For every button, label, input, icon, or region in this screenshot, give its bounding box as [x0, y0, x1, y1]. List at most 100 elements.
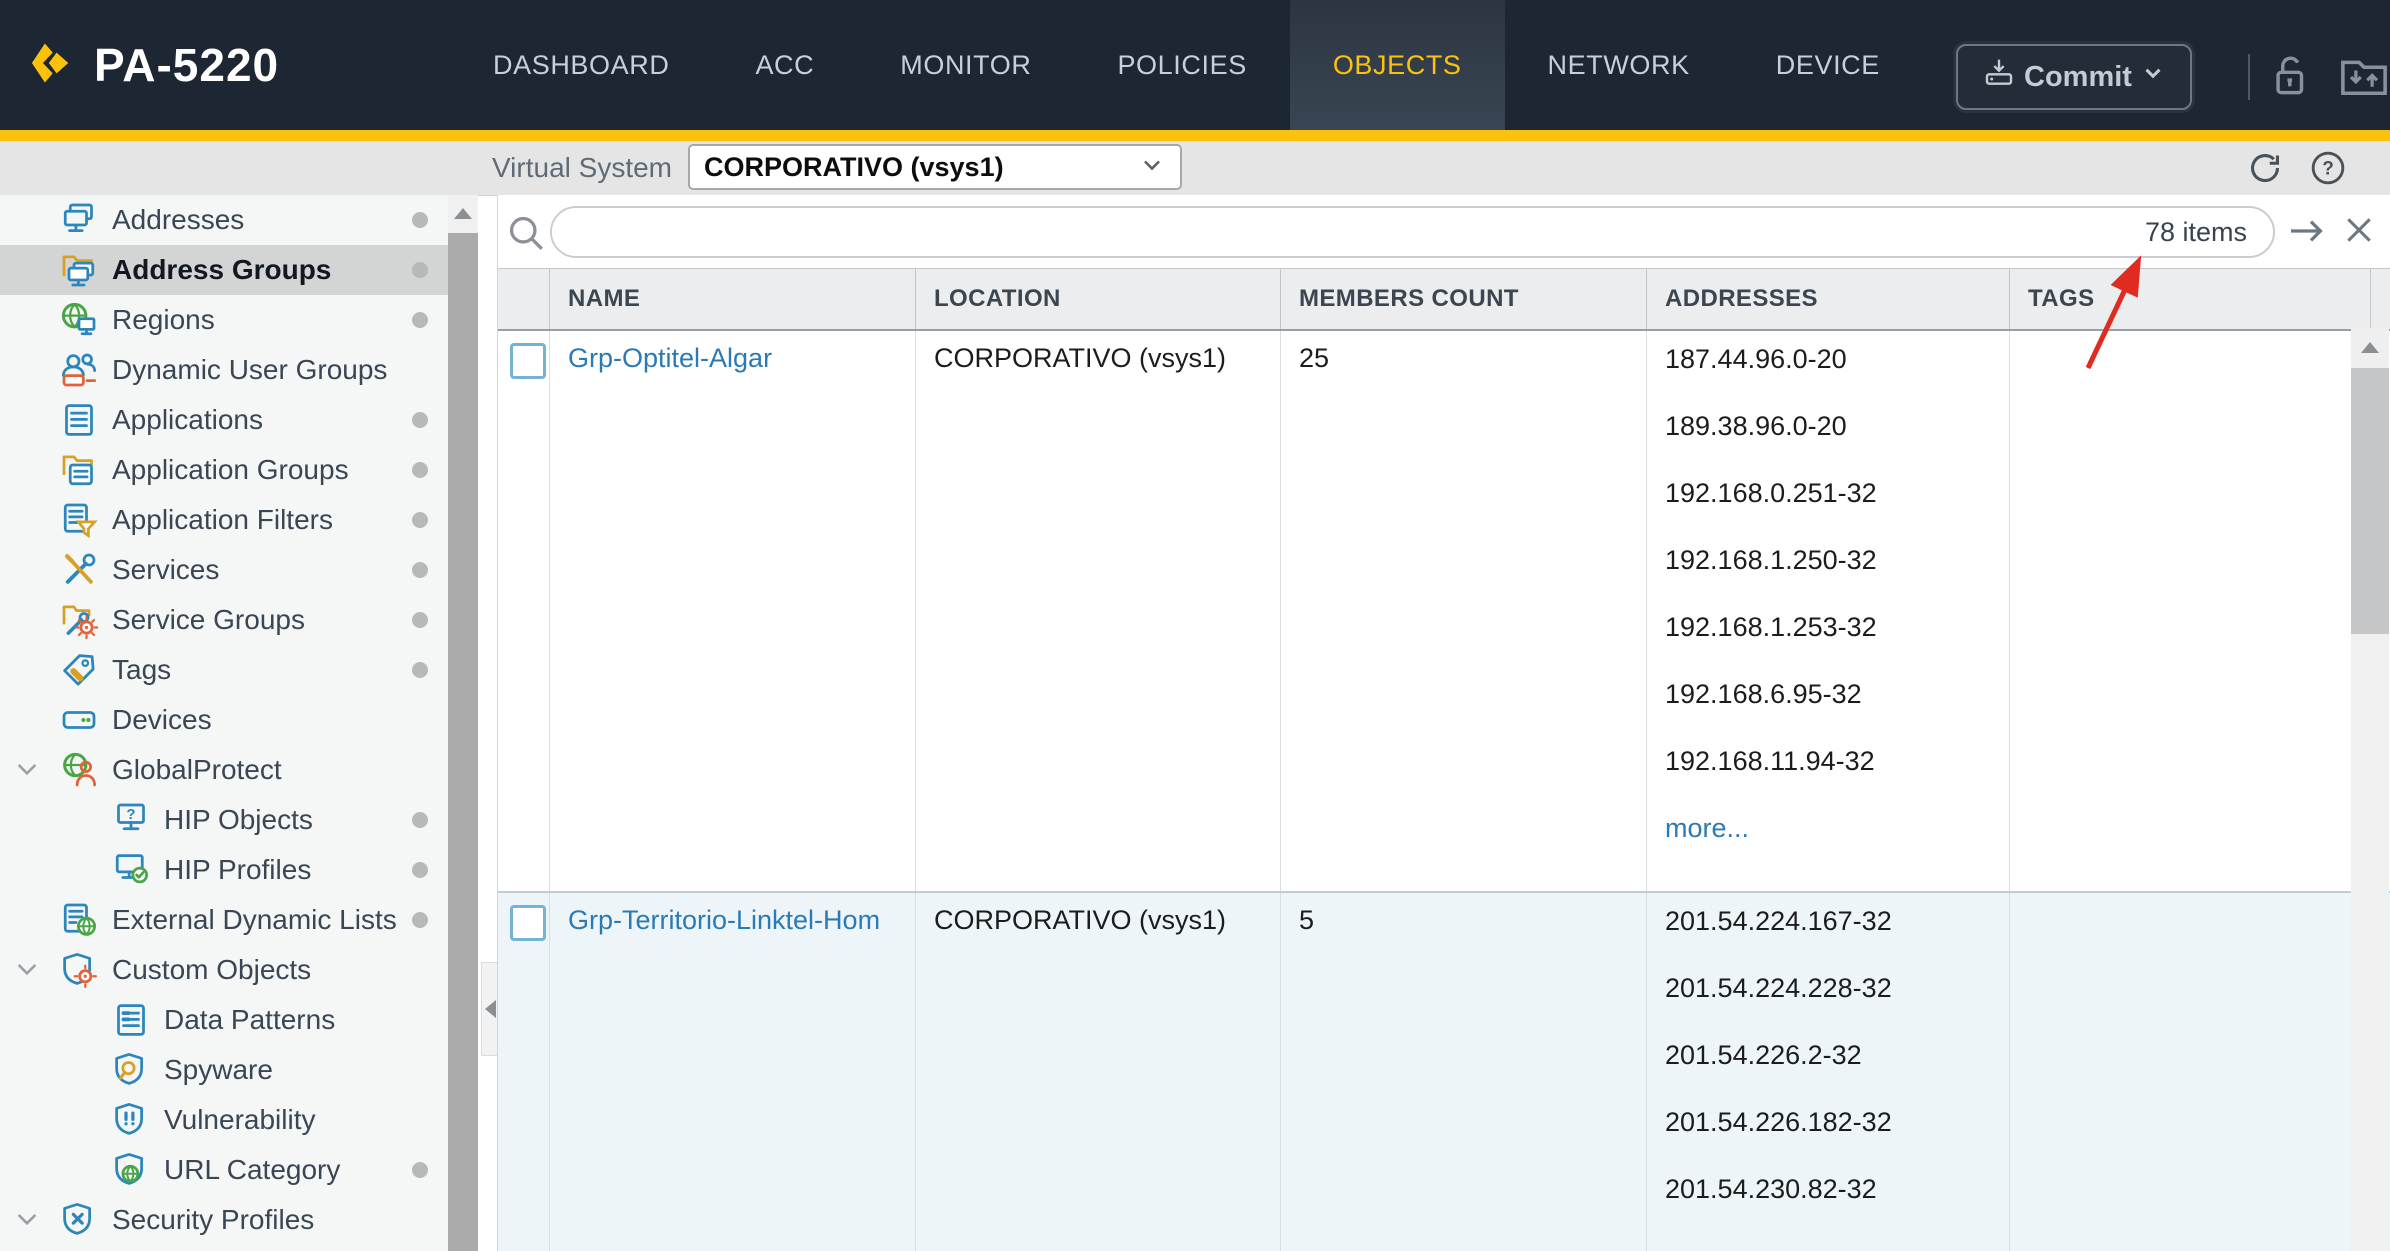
sidebar-item-label: URL Category — [164, 1154, 340, 1186]
svg-text:?: ? — [2322, 159, 2334, 180]
url-category-icon — [108, 1150, 154, 1190]
virtual-system-value: CORPORATIVO (vsys1) — [704, 152, 1138, 183]
column-header-name[interactable]: NAME — [550, 269, 916, 329]
dynamic-user-groups-icon — [56, 350, 102, 390]
pan-os-web-ui: PA-5220 DASHBOARDACCMONITORPOLICIESOBJEC… — [0, 0, 2390, 1251]
sidebar-item-label: Dynamic User Groups — [112, 354, 387, 386]
sidebar-item-globalprotect[interactable]: GlobalProtect — [0, 745, 448, 795]
service-groups-icon — [56, 600, 102, 640]
sidebar-item-url-category[interactable]: URL Category — [0, 1145, 448, 1195]
search-icon — [504, 211, 548, 260]
application-filters-icon — [56, 500, 102, 540]
sidebar-item-custom-objects[interactable]: Custom Objects — [0, 945, 448, 995]
chevron-down-icon — [1138, 151, 1166, 184]
config-folders-icon[interactable] — [2338, 50, 2390, 109]
brand-logo: PA-5220 — [28, 0, 279, 130]
vulnerability-icon — [108, 1100, 154, 1140]
sidebar-object-tree: AddressesAddress GroupsRegions Dynamic Us… — [0, 195, 448, 1251]
sidebar-item-external-dynamic-lists[interactable]: External Dynamic Lists — [0, 895, 448, 945]
column-header-location[interactable]: LOCATION — [916, 269, 1281, 329]
devices-icon — [56, 700, 102, 740]
address-value: 201.54.224.228-32 — [1665, 972, 2009, 1005]
predefined-dot — [412, 612, 428, 628]
search-input[interactable] — [552, 217, 2145, 248]
predefined-dot — [412, 662, 428, 678]
sidebar-scroll-up-button[interactable] — [448, 195, 478, 231]
sidebar-item-vulnerability[interactable]: Vulnerability — [0, 1095, 448, 1145]
sidebar-item-service-groups[interactable]: Service Groups — [0, 595, 448, 645]
expander-chevron-icon[interactable] — [14, 1207, 40, 1238]
services-icon — [56, 550, 102, 590]
predefined-dot — [412, 412, 428, 428]
address-value: 201.54.224.167-32 — [1665, 905, 2009, 938]
sidebar-item-label: External Dynamic Lists — [112, 904, 397, 936]
expander-chevron-icon[interactable] — [14, 757, 40, 788]
sidebar-item-application-groups[interactable]: Application Groups — [0, 445, 448, 495]
nav-tab-acc[interactable]: ACC — [712, 0, 857, 130]
addresses-icon — [56, 200, 102, 240]
expander-chevron-icon[interactable] — [14, 957, 40, 988]
address-group-name-link[interactable]: Grp-Territorio-Linktel-Hom — [568, 905, 880, 935]
row-checkbox[interactable] — [510, 343, 546, 379]
address-value: 192.168.11.94-32 — [1665, 745, 2009, 778]
column-header-members-count[interactable]: MEMBERS COUNT — [1281, 269, 1647, 329]
spyware-icon — [108, 1050, 154, 1090]
nav-tab-dashboard[interactable]: DASHBOARD — [450, 0, 712, 130]
help-icon[interactable]: ? — [2308, 149, 2348, 192]
nav-tab-network[interactable]: NETWORK — [1505, 0, 1733, 130]
column-header-sliver — [2371, 269, 2390, 329]
sidebar-item-label: Devices — [112, 704, 212, 736]
virtual-system-dropdown[interactable]: CORPORATIVO (vsys1) — [688, 144, 1182, 190]
lock-open-icon[interactable] — [2264, 50, 2314, 109]
members-count-cell: 5 — [1281, 893, 1647, 1251]
nav-tab-monitor[interactable]: MONITOR — [857, 0, 1074, 130]
predefined-dot — [412, 862, 428, 878]
items-count-badge: 78 items — [2145, 217, 2273, 248]
nav-tab-policies[interactable]: POLICIES — [1074, 0, 1289, 130]
address-group-name-link[interactable]: Grp-Optitel-Algar — [568, 343, 772, 373]
sidebar-item-label: Application Filters — [112, 504, 333, 536]
address-value: 192.168.1.250-32 — [1665, 544, 2009, 577]
column-header-tags[interactable]: TAGS — [2010, 269, 2371, 329]
sidebar-item-hip-objects[interactable]: ?HIP Objects — [0, 795, 448, 845]
sidebar-item-label: Applications — [112, 404, 263, 436]
sidebar-item-regions[interactable]: Regions — [0, 295, 448, 345]
more-link[interactable]: more... — [1665, 813, 1749, 843]
column-header-addresses[interactable]: ADDRESSES — [1647, 269, 2010, 329]
nav-tab-objects[interactable]: OBJECTS — [1290, 0, 1505, 130]
sidebar-item-applications[interactable]: Applications — [0, 395, 448, 445]
sidebar-item-services[interactable]: Services — [0, 545, 448, 595]
filter-search-field: 78 items — [550, 206, 2275, 258]
tags-cell — [2010, 893, 2371, 1251]
sidebar-item-tags[interactable]: Tags — [0, 645, 448, 695]
table-scrollbar[interactable] — [2351, 328, 2389, 1251]
sidebar-item-data-patterns[interactable]: Data Patterns — [0, 995, 448, 1045]
sidebar-item-address-groups[interactable]: Address Groups — [0, 245, 448, 295]
tags-cell — [2010, 331, 2371, 891]
row-checkbox[interactable] — [510, 905, 546, 941]
sidebar-item-hip-profiles[interactable]: HIP Profiles — [0, 845, 448, 895]
sidebar-item-spyware[interactable]: Spyware — [0, 1045, 448, 1095]
table-scrollbar-thumb[interactable] — [2351, 368, 2389, 634]
sidebar-scrollbar[interactable] — [448, 195, 478, 1251]
sidebar-item-application-filters[interactable]: Application Filters — [0, 495, 448, 545]
table-scroll-up-button[interactable] — [2351, 328, 2389, 366]
sidebar-item-label: Security Profiles — [112, 1204, 314, 1236]
name-cell: Grp-Optitel-Algar — [550, 331, 916, 891]
sidebar-item-dynamic-user-groups[interactable]: Dynamic User Groups — [0, 345, 448, 395]
sidebar-item-addresses[interactable]: Addresses — [0, 195, 448, 245]
sidebar-scrollbar-thumb[interactable] — [448, 233, 478, 1251]
commit-button[interactable]: Commit — [1956, 44, 2192, 110]
sidebar-item-label: Custom Objects — [112, 954, 311, 986]
refresh-icon[interactable] — [2246, 149, 2284, 192]
nav-divider — [2248, 54, 2250, 100]
sidebar-item-security-profiles[interactable]: Security Profiles — [0, 1195, 448, 1245]
sidebar-item-label: Services — [112, 554, 219, 586]
sidebar-item-devices[interactable]: Devices — [0, 695, 448, 745]
clear-icon[interactable] — [2340, 211, 2378, 254]
custom-objects-icon — [56, 950, 102, 990]
sidebar-item-label: Service Groups — [112, 604, 305, 636]
next-arrow-icon[interactable] — [2286, 211, 2326, 256]
sidebar-item-label: Vulnerability — [164, 1104, 315, 1136]
nav-tab-device[interactable]: DEVICE — [1733, 0, 1923, 130]
